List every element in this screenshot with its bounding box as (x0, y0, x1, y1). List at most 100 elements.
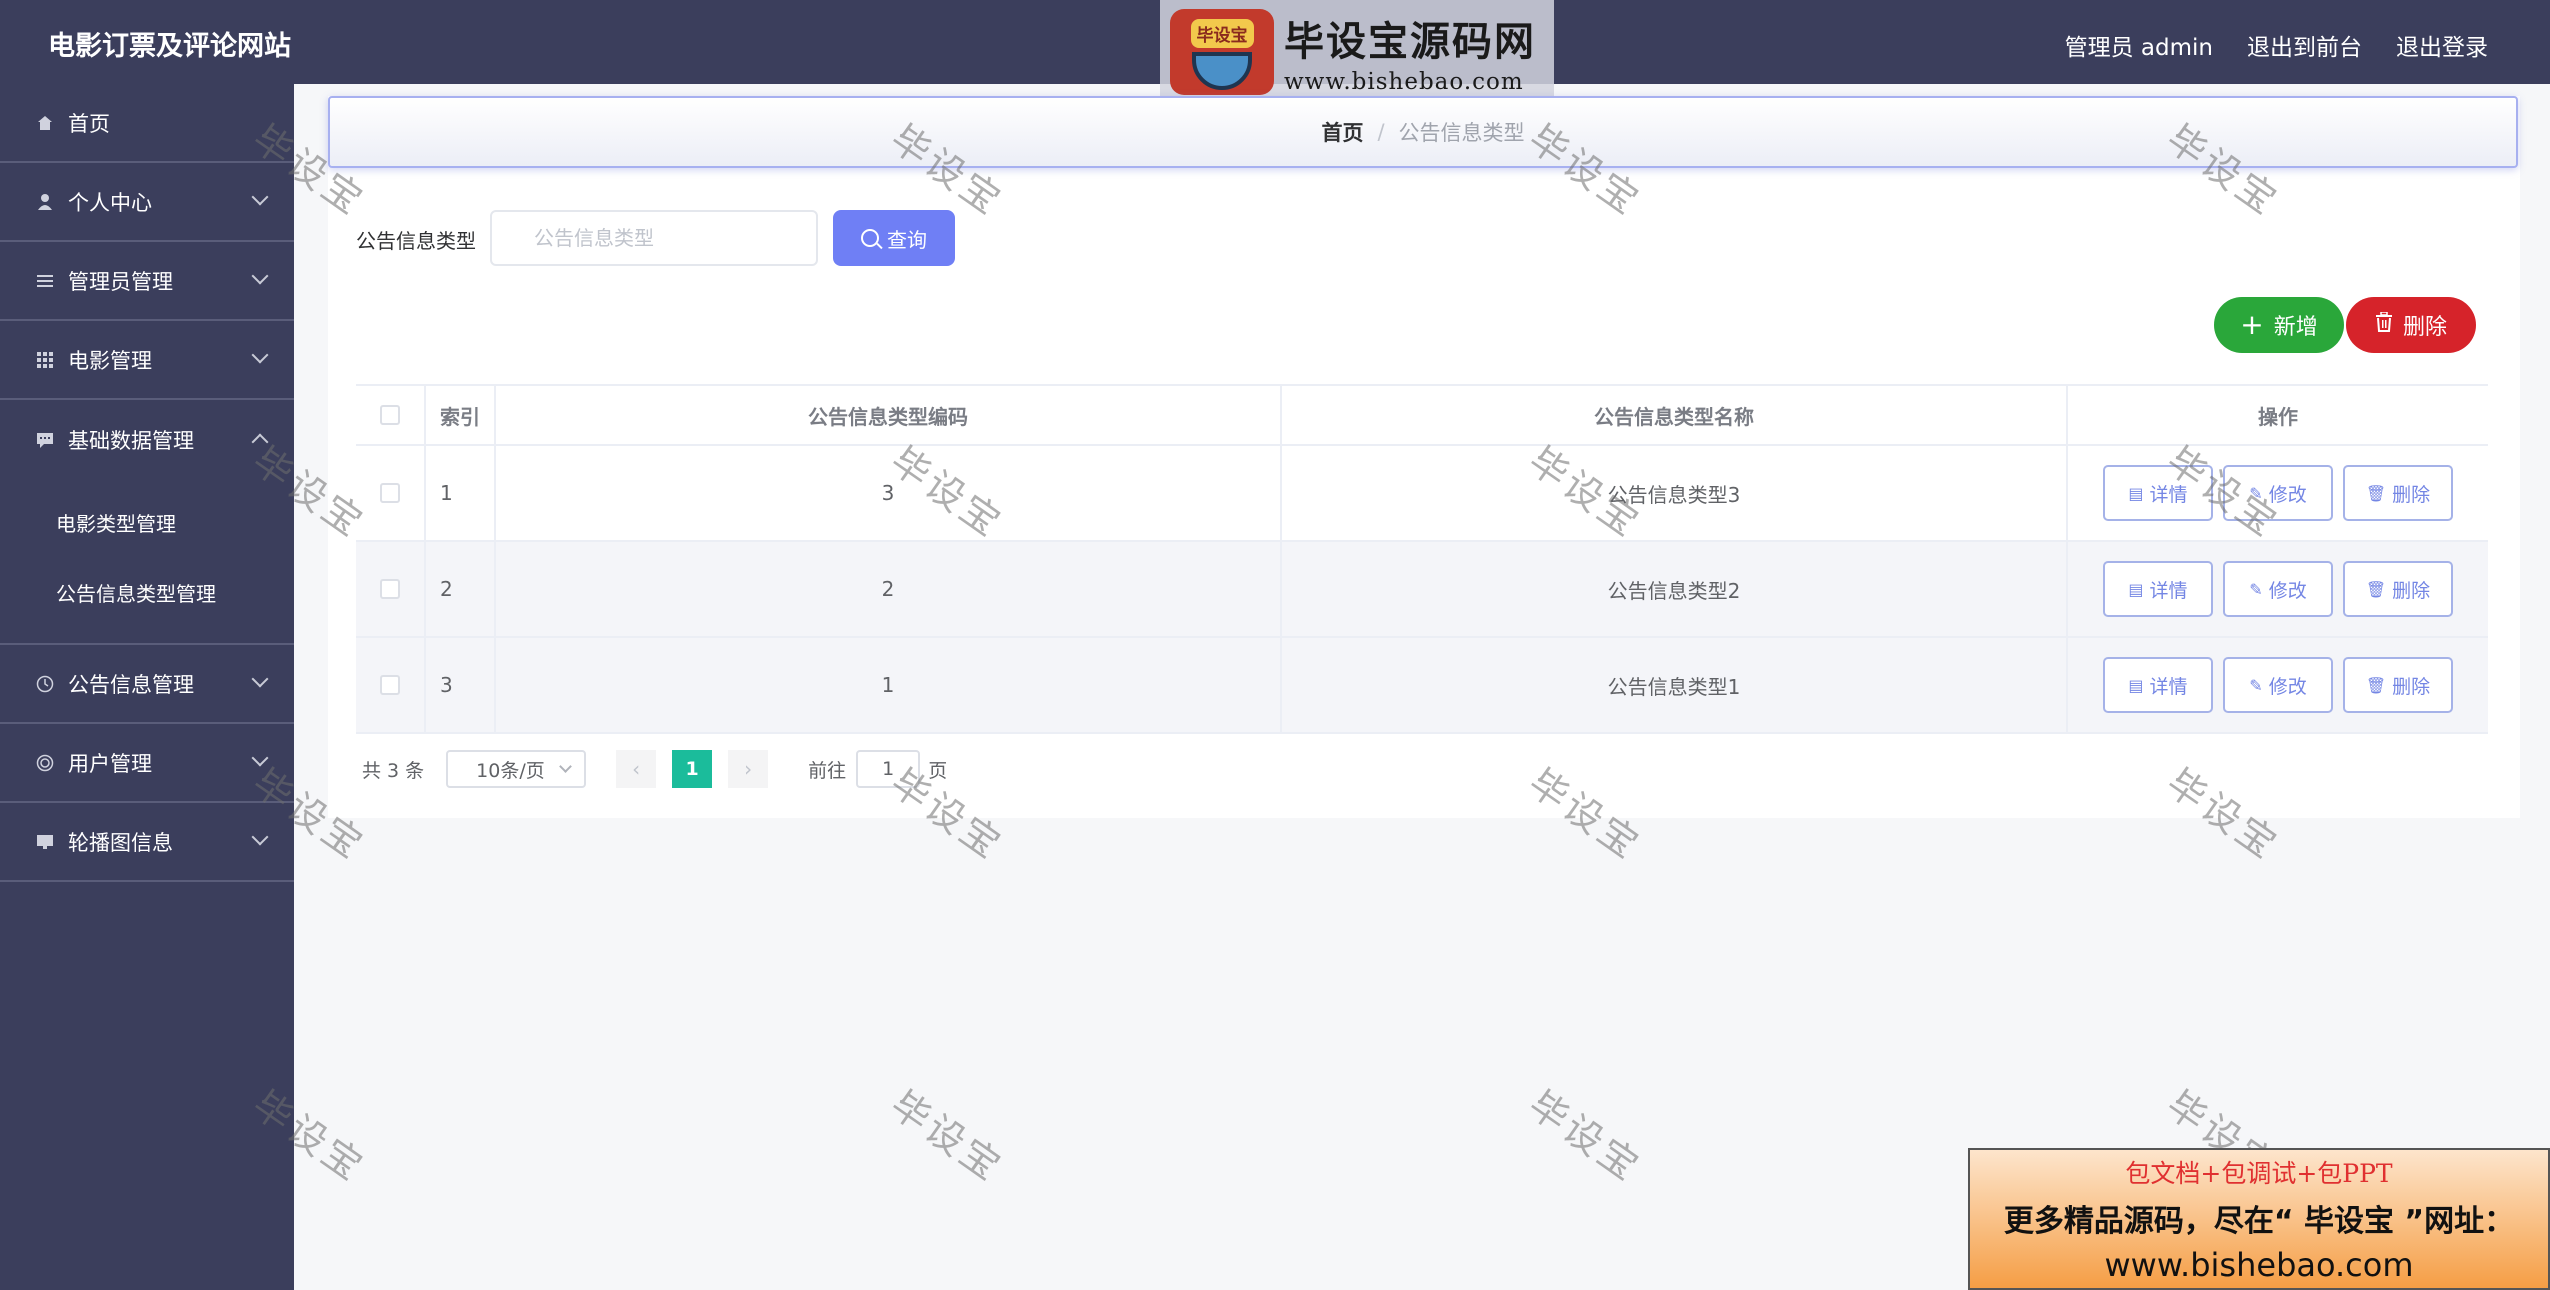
promo-url: www.bishebao.com (2104, 1246, 2414, 1284)
promo-banner: 包文档+包调试+包PPT 更多精品源码，尽在“ 毕设宝 ”网址： www.bis… (1968, 1148, 2550, 1290)
user-icon (34, 191, 56, 213)
list-icon (34, 270, 56, 292)
row-checkbox[interactable] (380, 483, 400, 503)
search-input[interactable] (490, 210, 818, 266)
add-button[interactable]: + 新增 (2214, 297, 2344, 353)
breadcrumb-separator: / (1377, 120, 1385, 144)
row-delete-button[interactable]: 🗑 删除 (2343, 465, 2453, 521)
search-icon (861, 229, 879, 247)
goto-label: 前往 (808, 759, 847, 782)
row-delete-button[interactable]: 🗑 删除 (2343, 561, 2453, 617)
promo-line-2: 更多精品源码，尽在“ 毕设宝 ”网址： (2003, 1204, 2515, 1239)
chevron-down-icon (251, 749, 269, 767)
search-label: 公告信息类型 (356, 229, 476, 253)
prev-page-button[interactable]: ‹ (616, 750, 657, 788)
row-delete-button[interactable]: 🗑 删除 (2343, 657, 2453, 713)
trash-icon: 🗑 (2365, 675, 2387, 695)
row-checkbox[interactable] (380, 675, 400, 695)
goto-page-input[interactable] (856, 750, 921, 788)
pencil-icon: ✎ (2249, 483, 2263, 503)
chevron-up-icon (251, 433, 269, 451)
document-icon: ▤ (2128, 579, 2144, 599)
cell-index: 3 (426, 638, 496, 732)
watermark: 毕设宝 (882, 1082, 1012, 1191)
detail-button[interactable]: ▤ 详情 (2103, 561, 2213, 617)
pencil-icon: ✎ (2249, 579, 2263, 599)
sidebar: 首页 个人中心 管理员管理 电影管理 基础数据管理 电影类型管理 公告信息类型管… (0, 84, 294, 1290)
logo-url: www.bishebao.com (1284, 69, 1524, 95)
sidebar-item-label: 轮播图信息 (68, 830, 173, 855)
cell-code: 1 (496, 638, 1282, 732)
sidebar-item-notice-management[interactable]: 公告信息管理 (0, 645, 294, 724)
select-all-checkbox[interactable] (380, 405, 400, 425)
pagination: 共 3 条 10条/页 ‹ 1 › 前往 页 (362, 750, 947, 788)
logo-mascot-icon: 毕设宝 (1170, 9, 1274, 95)
pencil-icon: ✎ (2249, 675, 2263, 695)
header-ops: 操作 (2258, 404, 2298, 429)
query-button[interactable]: 查询 (833, 210, 955, 266)
basic-data-submenu: 电影类型管理 公告信息类型管理 (0, 479, 294, 645)
delete-button-label: 删除 (2402, 315, 2447, 340)
admin-user-label[interactable]: 管理员 admin (2065, 28, 2213, 62)
edit-button[interactable]: ✎ 修改 (2223, 657, 2333, 713)
grid-icon (34, 349, 56, 371)
sidebar-subitem-notice-type[interactable]: 公告信息类型管理 (0, 559, 294, 629)
page-number-1[interactable]: 1 (672, 750, 713, 788)
chevron-down-icon (251, 267, 269, 285)
top-right-actions: 管理员 admin 退出到前台 退出登录 (2065, 28, 2488, 62)
cell-index: 2 (426, 542, 496, 636)
sidebar-item-basic-data-management[interactable]: 基础数据管理 (0, 400, 294, 479)
breadcrumb-home[interactable]: 首页 (1321, 117, 1363, 147)
trash-icon: 🗑 (2365, 579, 2387, 599)
cell-name: 公告信息类型3 (1282, 446, 2068, 540)
sidebar-item-personal-center[interactable]: 个人中心 (0, 163, 294, 242)
chevron-right-icon: › (744, 757, 753, 781)
table-row: 3 1 公告信息类型1 ▤ 详情 ✎ 修改 🗑 删除 (356, 638, 2488, 734)
table-header: 索引 公告信息类型编码 公告信息类型名称 操作 (356, 386, 2488, 446)
sidebar-item-label: 公告信息管理 (68, 672, 194, 697)
batch-delete-button[interactable]: 删除 (2346, 297, 2476, 353)
logo-badge: 毕设宝 (1190, 18, 1254, 48)
header-index: 索引 (426, 386, 496, 444)
logout-link[interactable]: 退出登录 (2396, 28, 2488, 62)
sidebar-item-label: 首页 (68, 111, 110, 136)
monitor-icon (34, 831, 56, 853)
trash-icon (2375, 311, 2393, 338)
sidebar-item-user-management[interactable]: 用户管理 (0, 724, 294, 803)
edit-button[interactable]: ✎ 修改 (2223, 465, 2333, 521)
chevron-down-icon (559, 760, 573, 773)
home-icon (34, 112, 56, 134)
row-checkbox[interactable] (380, 579, 400, 599)
breadcrumb-current: 公告信息类型 (1398, 121, 1525, 145)
edit-button[interactable]: ✎ 修改 (2223, 561, 2333, 617)
back-to-front-link[interactable]: 退出到前台 (2247, 28, 2362, 62)
clock-icon (34, 673, 56, 695)
detail-button[interactable]: ▤ 详情 (2103, 465, 2213, 521)
watermark: 毕设宝 (1520, 1082, 1650, 1191)
next-page-button[interactable]: › (728, 750, 769, 788)
detail-button[interactable]: ▤ 详情 (2103, 657, 2213, 713)
sidebar-item-home[interactable]: 首页 (0, 84, 294, 163)
add-button-label: 新增 (2273, 315, 2318, 340)
chevron-down-icon (251, 828, 269, 846)
cell-name: 公告信息类型1 (1282, 638, 2068, 732)
sidebar-item-label: 用户管理 (68, 751, 152, 776)
trash-icon: 🗑 (2365, 483, 2387, 503)
plus-icon: + (2240, 308, 2264, 341)
sidebar-item-label: 管理员管理 (68, 269, 173, 294)
sidebar-item-movie-management[interactable]: 电影管理 (0, 321, 294, 400)
sidebar-item-admin-management[interactable]: 管理员管理 (0, 242, 294, 321)
sidebar-item-carousel-info[interactable]: 轮播图信息 (0, 803, 294, 882)
page-suffix: 页 (928, 759, 948, 782)
document-icon: ▤ (2128, 483, 2144, 503)
table-row: 1 3 公告信息类型3 ▤ 详情 ✎ 修改 🗑 删除 (356, 446, 2488, 542)
query-button-label: 查询 (887, 227, 927, 252)
data-table: 索引 公告信息类型编码 公告信息类型名称 操作 1 3 公告信息类型3 ▤ 详情 … (356, 384, 2488, 734)
breadcrumb: 首页 / 公告信息类型 (328, 96, 2518, 168)
site-logo: 毕设宝 毕设宝源码网 www.bishebao.com (1160, 0, 1554, 104)
page-size-select[interactable]: 10条/页 (446, 750, 587, 788)
sidebar-item-label: 个人中心 (68, 190, 152, 215)
sidebar-subitem-movie-type[interactable]: 电影类型管理 (0, 489, 294, 559)
logo-name: 毕设宝源码网 (1284, 19, 1536, 65)
cell-code: 3 (496, 446, 1282, 540)
